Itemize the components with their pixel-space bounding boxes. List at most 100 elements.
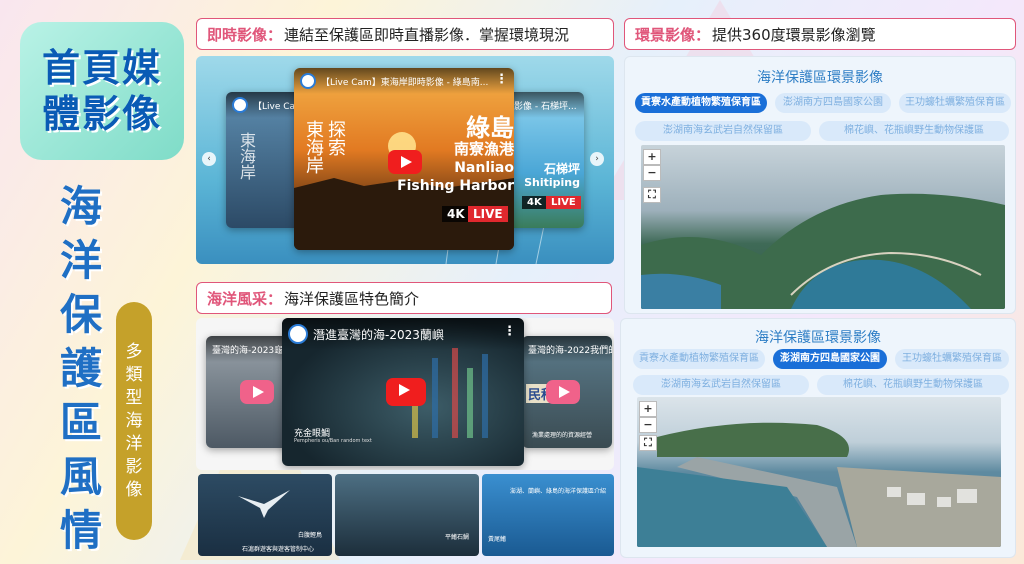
calligraphy-text: 探索 xyxy=(325,120,346,156)
pill-char: 多 xyxy=(125,341,143,362)
zoom-out-icon[interactable]: − xyxy=(643,165,661,181)
youtube-play-icon[interactable] xyxy=(388,150,422,174)
pill-char: 影 xyxy=(125,456,143,477)
feature-carousel: ‹ › 臺灣的海-2023龜山 臺灣的海-2022我們的海 民科 漁業處理的的資… xyxy=(196,318,614,470)
pano-tag[interactable]: 貢寮水產動植物繁殖保育區 xyxy=(633,349,765,369)
video-title: 影像 - 石梯坪... xyxy=(514,101,577,112)
overlay-title: 石梯坪 xyxy=(543,162,580,176)
vertical-title-char: 保 xyxy=(59,290,102,339)
video-titlebar: 潛進臺灣的海-2023蘭嶼 xyxy=(282,318,524,350)
pill-char: 洋 xyxy=(125,433,143,454)
video-titlebar: 影像 - 石梯坪... xyxy=(508,92,584,118)
thumbnail-caption: 石滬群遊客與遊客管制中心 xyxy=(242,546,315,553)
pano-tag[interactable]: 貢寮水產動植物繁殖保育區 xyxy=(635,93,767,113)
feature-header-bold: 海洋風采： xyxy=(207,289,283,308)
live-header-bold: 即時影像： xyxy=(207,25,283,44)
calligraphy-text: 東海岸 xyxy=(237,132,256,180)
pano-header-text: 提供360度環景影像瀏覽 xyxy=(712,25,876,44)
badge-live: LIVE xyxy=(468,206,508,222)
live-video-main[interactable]: 【Live Cam】東海岸即時影像 - 綠島南... ⋮ 東海岸 探索 綠島 南… xyxy=(294,68,514,250)
vertical-title-char: 情 xyxy=(59,506,102,555)
video-caption-en: Pempheris ou/Ban random text xyxy=(294,438,372,444)
chevron-right-icon[interactable]: › xyxy=(590,152,604,166)
subtitle-pill: 多 類 型 海 洋 影 像 xyxy=(116,302,152,540)
pano-tag[interactable]: 澎湖南方四島國家公園 xyxy=(773,349,887,369)
thumbnail-text: 澎湖、蘭嶼、綠島的海洋保護區介紹 xyxy=(510,488,607,495)
page-title-box: 首頁媒 體影像 xyxy=(20,22,184,160)
feature-video-main[interactable]: 潛進臺灣的海-2023蘭嶼 ⋮ 充金眼鯛 Pempheris ou/Ban ra… xyxy=(282,318,524,466)
harbor-scene xyxy=(637,422,1001,547)
youtube-play-icon[interactable] xyxy=(240,380,274,404)
overlay-en2: Fishing Harbor xyxy=(397,178,514,194)
vertical-title-char: 區 xyxy=(59,398,102,447)
badge-4k: 4K xyxy=(442,206,470,222)
zoom-in-icon[interactable]: + xyxy=(639,401,657,417)
thumbnail-label: 黃尾鰭 xyxy=(488,536,507,543)
fullscreen-icon[interactable]: ⛶ xyxy=(643,187,661,203)
pano-panel-2: 海洋保護區環景影像 貢寮水產動植物繁殖保育區 澎湖南方四島國家公園 王功蠔牡蠣繁… xyxy=(620,318,1016,558)
overlay-en1: Nanliao xyxy=(454,160,514,176)
pill-char: 型 xyxy=(125,387,143,408)
left-title-panel: 首頁媒 體影像 海 洋 保 護 區 風 情 多 類 型 海 洋 影 像 xyxy=(0,0,188,564)
vertical-title: 海 洋 保 護 區 風 情 xyxy=(52,180,110,558)
more-icon[interactable]: ⋮ xyxy=(495,72,508,87)
vertical-title-char: 海 xyxy=(59,182,102,231)
vertical-title-char: 洋 xyxy=(59,236,102,285)
zoom-in-icon[interactable]: + xyxy=(643,149,661,165)
video-caption: 漁業處理的的資源經營 xyxy=(532,432,593,439)
live-carousel: ‹ › 【Live Cam】 東海岸 影像 - 石梯坪... 石梯坪 Shiti… xyxy=(196,56,614,264)
thumbnail-label: 平鰭石鯛 xyxy=(444,534,469,541)
video-titlebar: 臺灣的海-2022我們的海 xyxy=(522,336,612,362)
feature-video-right[interactable]: 臺灣的海-2022我們的海 民科 漁業處理的的資源經營 xyxy=(522,336,612,448)
channel-avatar xyxy=(288,324,308,344)
pano-panel-title: 海洋保護區環景影像 xyxy=(757,70,883,86)
pano-header-bold: 環景影像： xyxy=(635,25,711,44)
pano-panel-1: 海洋保護區環景影像 貢寮水產動植物繁殖保育區 澎湖南方四島國家公園 王功蠔牡蠣繁… xyxy=(624,56,1016,314)
pill-char: 海 xyxy=(125,410,143,431)
page-title-line1: 首頁媒 xyxy=(41,46,162,90)
zoom-out-icon[interactable]: − xyxy=(639,417,657,433)
pano-tag[interactable]: 澎湖南海玄武岩自然保留區 xyxy=(633,375,809,395)
pano-tag[interactable]: 棉花嶼、花瓶嶼野生動物保護區 xyxy=(819,121,1009,141)
chevron-left-icon[interactable]: ‹ xyxy=(202,152,216,166)
badge-live: LIVE xyxy=(546,196,581,209)
overlay-en: Shitiping xyxy=(524,176,580,189)
overlay-sub: 南寮漁港 xyxy=(453,140,514,158)
live-header-text: 連結至保護區即時直播影像．掌握環境現況 xyxy=(284,25,570,44)
feature-section-header: 海洋風采： 海洋保護區特色簡介 xyxy=(196,282,612,314)
thumbnail-fish-blue[interactable]: 澎湖、蘭嶼、綠島的海洋保護區介紹 黃尾鰭 xyxy=(482,474,614,556)
vertical-title-char: 風 xyxy=(59,452,102,501)
live-section-header: 即時影像： 連結至保護區即時直播影像．掌握環境現況 xyxy=(196,18,614,50)
pano-viewer-1[interactable]: + − ⛶ xyxy=(641,145,1005,309)
coastline-scene xyxy=(641,193,1005,309)
feature-header-text: 海洋保護區特色簡介 xyxy=(284,289,420,308)
pano-tag[interactable]: 澎湖南海玄武岩自然保留區 xyxy=(635,121,811,141)
thumbnail-bird[interactable]: 白腹鰹鳥 石滬群遊客與遊客管制中心 xyxy=(198,474,332,556)
badge-4k: 4K xyxy=(522,196,547,209)
pano-panel-title: 海洋保護區環景影像 xyxy=(755,330,881,346)
vertical-title-char: 護 xyxy=(59,344,102,393)
channel-avatar xyxy=(232,97,248,113)
pano-tag[interactable]: 王功蠔牡蠣繁殖保育區 xyxy=(895,349,1009,369)
pano-viewer-2[interactable]: + − ⛶ xyxy=(637,397,1001,547)
pano-tag[interactable]: 澎湖南方四島國家公園 xyxy=(775,93,891,113)
pill-char: 類 xyxy=(125,364,143,385)
pano-tag[interactable]: 棉花嶼、花瓶嶼野生動物保護區 xyxy=(817,375,1009,395)
thumbnail-label: 白腹鰹鳥 xyxy=(297,532,322,539)
youtube-play-icon[interactable] xyxy=(546,380,580,404)
video-title: 臺灣的海-2022我們的海 xyxy=(528,345,612,356)
pano-tag[interactable]: 王功蠔牡蠣繁殖保育區 xyxy=(899,93,1011,113)
live-video-right[interactable]: 影像 - 石梯坪... 石梯坪 Shitiping 4K LIVE xyxy=(508,92,584,228)
pano-section-header: 環景影像： 提供360度環景影像瀏覽 xyxy=(624,18,1016,50)
video-title: 【Live Cam】東海岸即時影像 - 綠島南... xyxy=(321,77,489,88)
youtube-play-icon[interactable] xyxy=(386,378,426,406)
video-titlebar: 【Live Cam】東海岸即時影像 - 綠島南... xyxy=(294,68,514,94)
more-icon[interactable]: ⋮ xyxy=(503,324,516,339)
fullscreen-icon[interactable]: ⛶ xyxy=(639,435,657,451)
thumbnail-fish-school[interactable]: 平鰭石鯛 xyxy=(335,474,479,556)
channel-avatar xyxy=(300,73,316,89)
pill-char: 像 xyxy=(125,479,143,500)
video-title: 臺灣的海-2023龜山 xyxy=(212,345,293,356)
page-title-line2: 體影像 xyxy=(41,92,162,136)
video-title: 潛進臺灣的海-2023蘭嶼 xyxy=(313,327,444,342)
